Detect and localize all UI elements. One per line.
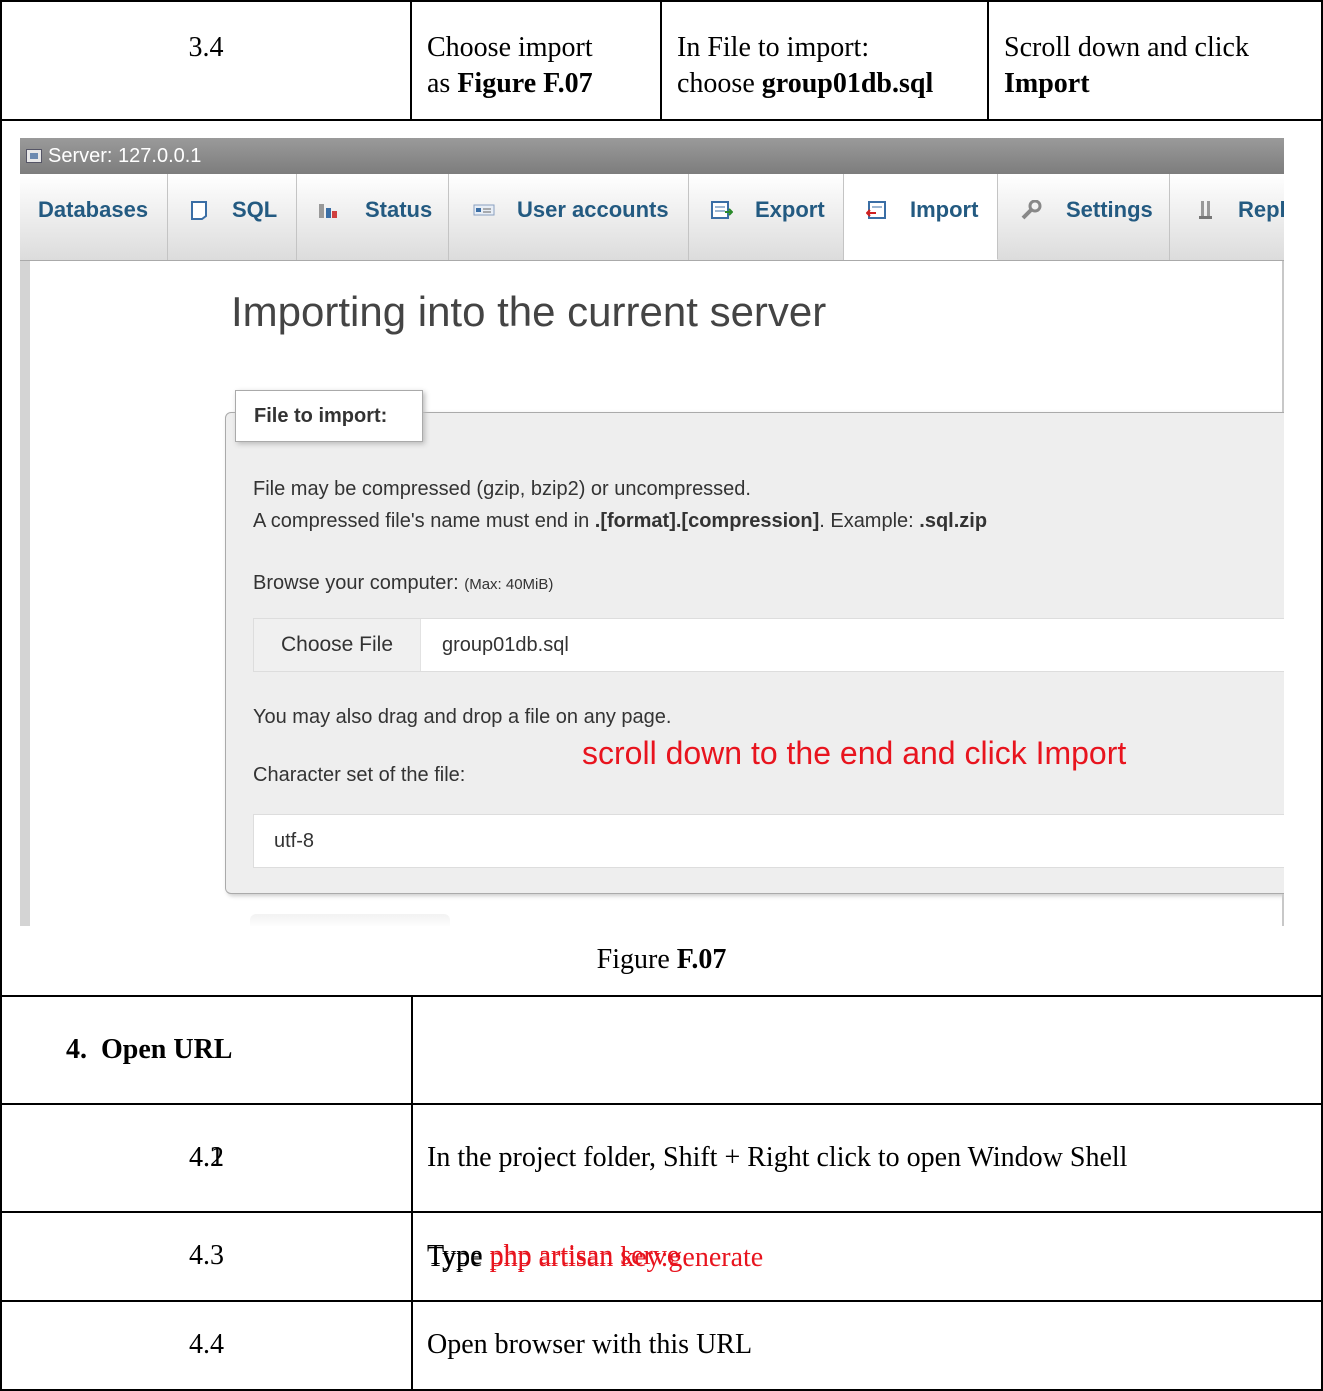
col-divider xyxy=(660,0,662,120)
row-divider xyxy=(0,1103,1323,1105)
import-bold: Import xyxy=(1004,68,1090,99)
step-number: 3.4 xyxy=(188,32,224,63)
tab-label: Import xyxy=(910,197,979,222)
col-divider xyxy=(411,996,413,1391)
note-text: A compressed file's name must end in xyxy=(253,510,595,532)
step-instruction: Open browser with this URL xyxy=(427,1327,1321,1363)
instruction-line: as Figure F.07 xyxy=(427,66,657,102)
phpmyadmin-screenshot: Server: 127.0.0.1 Databases SQL Status U… xyxy=(20,138,1284,926)
fieldset-legend: File to import: xyxy=(235,390,423,442)
tab-export[interactable]: Export xyxy=(689,174,844,260)
tab-label: Export xyxy=(755,197,825,222)
instruction-line: Import xyxy=(1004,66,1320,102)
instruction-line: In File to import: xyxy=(677,32,870,63)
left-panel-edge xyxy=(20,261,30,926)
instruction-text: Type xyxy=(427,1240,490,1271)
replication-icon xyxy=(1199,201,1212,219)
compression-note: File may be compressed (gzip, bzip2) or … xyxy=(253,478,751,500)
tab-replication[interactable]: Repl xyxy=(1170,174,1284,260)
next-fieldset-edge xyxy=(250,914,450,926)
tab-label: User accounts xyxy=(517,197,669,222)
tab-user-accounts[interactable]: User accounts xyxy=(449,174,689,260)
tab-label: Repl xyxy=(1238,197,1284,222)
caption-text: Figure xyxy=(596,944,677,975)
row-divider xyxy=(0,1211,1323,1213)
caption-figure-number: F.07 xyxy=(676,944,727,975)
command-text: php artisan serve xyxy=(489,1240,680,1271)
export-icon xyxy=(711,201,733,219)
figure-caption: Figure F.07 xyxy=(2,942,1321,978)
browse-label: Browse your computer: (Max: 40MiB) xyxy=(253,572,553,595)
tab-label: SQL xyxy=(232,197,278,222)
charset-label: Character set of the file: xyxy=(253,764,466,786)
tab-settings[interactable]: Settings xyxy=(998,174,1170,260)
import-icon xyxy=(866,201,886,219)
server-breadcrumb[interactable]: Server: 127.0.0.1 xyxy=(20,138,1284,174)
tab-import[interactable]: Import xyxy=(844,174,998,260)
settings-icon xyxy=(1021,200,1042,220)
section-heading: 4. Open URL xyxy=(66,1034,233,1065)
max-size: (Max: 40MiB) xyxy=(464,576,554,593)
file-name-bold: group01db.sql xyxy=(761,68,934,99)
tab-databases[interactable]: Databases xyxy=(20,174,168,260)
sql-icon xyxy=(191,201,207,220)
page-title: Importing into the current server xyxy=(231,288,827,335)
charset-select[interactable]: utf-8 xyxy=(253,814,1284,868)
instruction-text: as xyxy=(427,68,458,99)
instruction-line: Scroll down and click xyxy=(1004,32,1249,63)
browse-text: Browse your computer: xyxy=(253,572,465,594)
top-menu-tabs: Databases SQL Status User accounts Expor… xyxy=(20,174,1284,261)
tab-label: Databases xyxy=(38,197,149,222)
tab-status[interactable]: Status xyxy=(297,174,449,260)
step-instruction-scroll: Scroll down and click Import xyxy=(1004,30,1320,102)
row-divider xyxy=(0,1300,1323,1302)
table-border-left xyxy=(0,0,2,1391)
red-annotation: scroll down to the end and click Import xyxy=(582,735,1127,771)
instruction-text: choose xyxy=(677,68,762,99)
status-icon xyxy=(319,204,337,218)
tab-sql[interactable]: SQL xyxy=(168,174,297,260)
note-text: . Example: xyxy=(819,510,920,532)
server-label[interactable]: Server: 127.0.0.1 xyxy=(48,138,201,174)
instruction-text: Open browser with this URL xyxy=(427,1329,753,1360)
instruction-line: choose group01db.sql xyxy=(677,66,987,102)
tab-label: Settings xyxy=(1066,197,1153,222)
figure-reference: Figure F.07 xyxy=(457,68,593,99)
format-example: .sql.zip xyxy=(919,510,988,532)
instruction-line: Choose import xyxy=(427,32,593,63)
file-input[interactable]: Choose File group01db.sql xyxy=(253,618,1284,672)
step-instruction-file: In File to import: choose group01db.sql xyxy=(677,30,987,102)
format-pattern: .[format].[compression] xyxy=(594,510,820,532)
drag-drop-note: You may also drag and drop a file on any… xyxy=(253,706,672,728)
user-accounts-icon xyxy=(473,204,495,216)
step-instruction-choose-import: Choose import as Figure F.07 xyxy=(427,30,657,102)
row-divider xyxy=(0,995,1323,997)
step-number: 4.4 xyxy=(189,1329,224,1360)
compression-format-note: A compressed file's name must end in .[f… xyxy=(253,510,987,533)
col-divider xyxy=(410,0,412,120)
step-instruction: Type php artisan serve xyxy=(427,1238,1321,1274)
step-instruction: In the project folder, Shift + Right cli… xyxy=(427,1140,1321,1176)
instruction-text: In the project folder, Shift + Right cli… xyxy=(427,1142,1128,1173)
col-divider xyxy=(987,0,989,120)
tab-label: Status xyxy=(365,197,433,222)
step-number: 4.2 xyxy=(189,1142,224,1173)
chosen-file-name: group01db.sql xyxy=(442,634,569,656)
server-icon xyxy=(26,149,42,163)
choose-file-button[interactable]: Choose File xyxy=(254,619,421,671)
step-number: 4.3 xyxy=(189,1240,224,1271)
